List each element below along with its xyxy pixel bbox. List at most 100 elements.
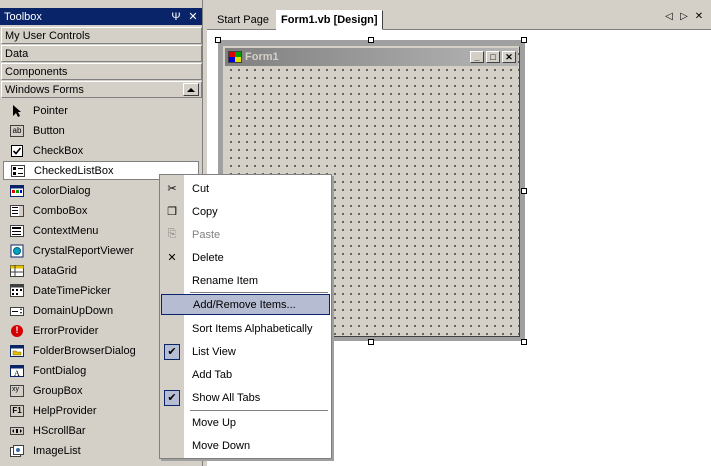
checkmark-icon: ✔ <box>164 389 180 406</box>
menu-item-label: Rename Item <box>192 274 259 287</box>
toolbox-item-button[interactable]: ab Button <box>3 121 199 140</box>
menu-item-label: List View <box>192 345 236 358</box>
close-icon[interactable]: ✕ <box>186 10 200 24</box>
item-label: FolderBrowserDialog <box>33 344 136 357</box>
menu-item-add-remove-items[interactable]: Add/Remove Items... <box>161 294 330 315</box>
hscrollbar-icon <box>9 424 25 438</box>
menu-item-label: Cut <box>192 182 210 195</box>
menu-icon-blank <box>161 318 183 339</box>
menu-item-move-down[interactable]: Move Down <box>161 435 330 456</box>
item-label: HelpProvider <box>33 404 97 417</box>
tab-start-page[interactable]: Start Page <box>213 10 273 29</box>
menu-item-delete[interactable]: ✕ Delete <box>161 247 330 268</box>
item-label: DateTimePicker <box>33 284 111 297</box>
menu-item-cut[interactable]: ✂ Cut <box>161 178 330 199</box>
groupbox-icon: xy <box>9 384 25 398</box>
form-close-icon: ✕ <box>502 51 516 63</box>
menu-item-label: Add Tab <box>192 368 233 381</box>
pointer-icon <box>9 104 25 118</box>
folderbrowserdialog-icon <box>9 344 25 358</box>
resize-handle-top-left[interactable] <box>215 37 221 43</box>
resize-handle-top-right[interactable] <box>521 37 527 43</box>
item-label: CheckedListBox <box>34 164 114 177</box>
menu-icon-blank <box>162 294 184 315</box>
menu-item-copy[interactable]: ❐ Copy <box>161 201 330 222</box>
crystalreportviewer-icon <box>9 244 25 258</box>
form-icon <box>228 51 242 63</box>
item-label: Button <box>33 124 65 137</box>
tab-label: Windows Forms <box>5 83 84 96</box>
menu-item-show-all-tabs[interactable]: ✔ Show All Tabs <box>161 387 330 408</box>
item-label: DataGrid <box>33 264 78 277</box>
menu-item-label: Copy <box>192 205 218 218</box>
error-icon-text: ! <box>11 324 23 337</box>
scroll-up-button[interactable] <box>183 83 199 96</box>
imagelist-icon <box>9 444 25 458</box>
helpprovider-icon: F1 <box>9 404 25 418</box>
minimize-icon: _ <box>470 51 484 63</box>
scroll-right-icon[interactable]: ▷ <box>678 11 690 22</box>
menu-item-sort-items-alphabetically[interactable]: Sort Items Alphabetically <box>161 318 330 339</box>
fontdialog-icon: A <box>9 364 25 378</box>
checkbox-icon <box>9 144 25 158</box>
item-label: HScrollBar <box>33 424 86 437</box>
item-label: Pointer <box>33 104 68 117</box>
groupbox-icon-text: xy <box>10 384 24 397</box>
menu-item-label: Move Up <box>192 416 237 429</box>
datagrid-icon <box>9 264 25 278</box>
item-label: GroupBox <box>33 384 83 397</box>
button-icon: ab <box>9 124 25 138</box>
menu-icon-blank <box>161 435 183 456</box>
checkmark-icon-container: ✔ <box>161 341 183 362</box>
item-label: ErrorProvider <box>33 324 99 337</box>
copy-icon: ❐ <box>167 206 177 218</box>
delete-icon: ✕ <box>167 252 177 264</box>
menu-item-label: Show All Tabs <box>192 391 261 404</box>
menu-item-label: Sort Items Alphabetically <box>192 322 313 335</box>
datetimepicker-icon <box>9 284 25 298</box>
pin-icon[interactable]: Ψ <box>169 10 183 24</box>
tab-form1-design[interactable]: Form1.vb [Design] <box>276 10 383 30</box>
item-label: ColorDialog <box>33 184 91 197</box>
item-label: DomainUpDown <box>33 304 114 317</box>
menu-item-rename-item[interactable]: Rename Item <box>161 270 330 291</box>
resize-handle-bottom-right[interactable] <box>521 339 527 345</box>
menu-item-label: Move Down <box>192 439 251 452</box>
checkedlistbox-icon <box>10 164 26 178</box>
menu-item-add-tab[interactable]: Add Tab <box>161 364 330 385</box>
colordialog-icon <box>9 184 25 198</box>
tab-label: Components <box>5 65 68 78</box>
paste-icon: ⎘ <box>167 228 177 240</box>
form-title-bar: Form1 _ □ ✕ <box>225 48 518 66</box>
tab-my-user-controls[interactable]: My User Controls <box>1 27 202 44</box>
toolbox-item-pointer[interactable]: Pointer <box>3 101 199 120</box>
item-label: ComboBox <box>33 204 88 217</box>
tab-windows-forms[interactable]: Windows Forms <box>1 81 202 98</box>
menu-item-label: Add/Remove Items... <box>193 298 296 311</box>
menu-separator <box>190 410 328 411</box>
toolbox-title-bar: Toolbox Ψ ✕ <box>0 8 202 25</box>
menu-item-list-view[interactable]: ✔ List View <box>161 341 330 362</box>
helpprovider-icon-text: F1 <box>10 404 24 417</box>
toolbox-title: Toolbox <box>4 10 42 23</box>
document-tab-strip: Start Page Form1.vb [Design] ◁ ▷ ✕ <box>207 8 711 30</box>
checkmark-icon: ✔ <box>164 343 180 360</box>
resize-handle-bottom[interactable] <box>368 339 374 345</box>
resize-handle-top[interactable] <box>368 37 374 43</box>
button-icon-text: ab <box>10 124 24 137</box>
scroll-left-icon[interactable]: ◁ <box>663 11 675 22</box>
context-menu: ✂ Cut ❐ Copy ⎘ Paste ✕ Delete Rename Ite… <box>159 174 332 459</box>
resize-handle-right[interactable] <box>521 188 527 194</box>
form-title: Form1 <box>245 51 279 63</box>
tab-navigation: ◁ ▷ ✕ <box>663 11 705 22</box>
tab-data[interactable]: Data <box>1 45 202 62</box>
menu-icon-blank <box>161 412 183 433</box>
close-document-icon[interactable]: ✕ <box>693 11 705 22</box>
domainupdown-icon <box>9 304 25 318</box>
toolbox-item-checkbox[interactable]: CheckBox <box>3 141 199 160</box>
tab-label: Data <box>5 47 29 60</box>
menu-item-move-up[interactable]: Move Up <box>161 412 330 433</box>
menu-item-label: Paste <box>192 228 221 241</box>
tab-components[interactable]: Components <box>1 63 202 80</box>
menu-item-paste: ⎘ Paste <box>161 224 330 245</box>
